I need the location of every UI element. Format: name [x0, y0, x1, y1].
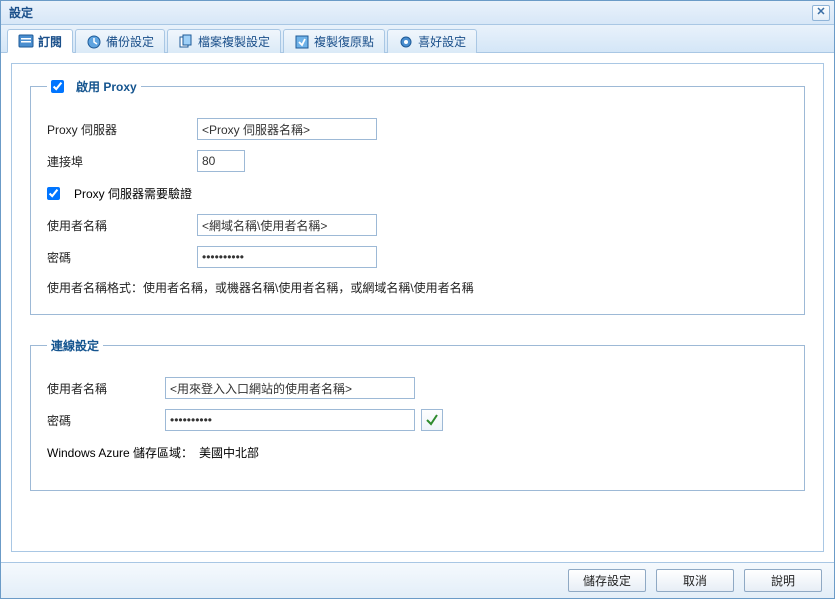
close-button[interactable]: ✕ [812, 5, 830, 21]
tab-label: 訂閱 [38, 33, 62, 50]
titlebar: 設定 ✕ [1, 1, 834, 25]
save-button[interactable]: 儲存設定 [568, 569, 646, 592]
enable-proxy-checkbox[interactable] [51, 80, 64, 93]
tab-file-copy-settings[interactable]: 檔案複製設定 [167, 29, 281, 53]
proxy-auth-label: Proxy 伺服器需要驗證 [74, 185, 192, 202]
tab-label: 備份設定 [106, 33, 154, 50]
tab-label: 複製復原點 [314, 33, 374, 50]
proxy-pass-input[interactable] [197, 246, 377, 268]
proxy-legend-label: 啟用 Proxy [76, 78, 137, 95]
conn-user-label: 使用者名稱 [47, 380, 165, 397]
tab-label: 喜好設定 [418, 33, 466, 50]
tab-copy-recovery-point[interactable]: 複製復原點 [283, 29, 385, 53]
username-format-note: 使用者名稱格式：使用者名稱，或機器名稱\使用者名稱，或網域名稱\使用者名稱 [47, 279, 788, 296]
footer: 儲存設定 取消 說明 [1, 562, 834, 598]
panel: 啟用 Proxy Proxy 伺服器 連接埠 Proxy 伺服器需要驗證 使用者… [11, 63, 824, 552]
help-button[interactable]: 說明 [744, 569, 822, 592]
conn-pass-label: 密碼 [47, 412, 165, 429]
content-area: 啟用 Proxy Proxy 伺服器 連接埠 Proxy 伺服器需要驗證 使用者… [1, 53, 834, 562]
proxy-pass-label: 密碼 [47, 249, 197, 266]
proxy-user-label: 使用者名稱 [47, 217, 197, 234]
tab-backup-settings[interactable]: 備份設定 [75, 29, 165, 53]
proxy-port-input[interactable] [197, 150, 245, 172]
window-title: 設定 [9, 4, 33, 21]
tab-bar: 訂閱 備份設定 檔案複製設定 複製復原點 喜好設定 [1, 25, 834, 53]
subscription-icon [18, 33, 34, 49]
proxy-server-label: Proxy 伺服器 [47, 121, 197, 138]
region-label: Windows Azure 儲存區域： [47, 444, 193, 461]
conn-pass-input[interactable] [165, 409, 415, 431]
cancel-button[interactable]: 取消 [656, 569, 734, 592]
settings-window: 設定 ✕ 訂閱 備份設定 檔案複製設定 複製復原點 [0, 0, 835, 599]
tab-preferences[interactable]: 喜好設定 [387, 29, 477, 53]
backup-icon [86, 34, 102, 50]
region-value: 美國中北部 [199, 444, 259, 461]
recovery-point-icon [294, 34, 310, 50]
proxy-port-label: 連接埠 [47, 153, 197, 170]
proxy-user-input[interactable] [197, 214, 377, 236]
connection-legend: 連線設定 [47, 337, 103, 354]
proxy-server-input[interactable] [197, 118, 377, 140]
proxy-auth-checkbox[interactable] [47, 187, 60, 200]
conn-user-input[interactable] [165, 377, 415, 399]
tab-subscription[interactable]: 訂閱 [7, 29, 73, 53]
gear-icon [398, 34, 414, 50]
validate-button[interactable] [421, 409, 443, 431]
tab-label: 檔案複製設定 [198, 33, 270, 50]
check-icon [425, 413, 439, 427]
proxy-fieldset: 啟用 Proxy Proxy 伺服器 連接埠 Proxy 伺服器需要驗證 使用者… [30, 78, 805, 315]
connection-fieldset: 連線設定 使用者名稱 密碼 Windows Azure 儲存區域： 美國中北部 [30, 337, 805, 491]
proxy-legend: 啟用 Proxy [47, 78, 141, 95]
file-copy-icon [178, 34, 194, 50]
